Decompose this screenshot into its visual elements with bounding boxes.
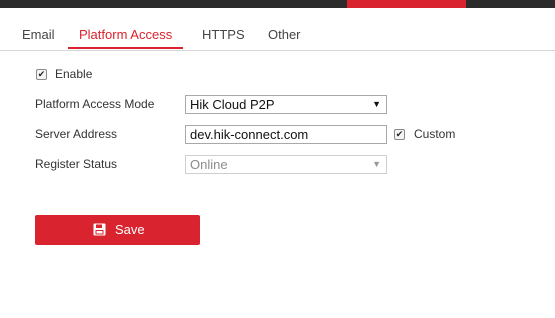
platform-access-mode-value: Hik Cloud P2P (190, 97, 275, 112)
top-bar-accent (347, 0, 466, 8)
tab-bar: Email Platform Access HTTPS Other (0, 18, 555, 51)
register-status-value: Online (190, 157, 228, 172)
tab-https[interactable]: HTTPS (202, 18, 245, 49)
server-address-input[interactable]: dev.hik-connect.com (185, 125, 387, 144)
enable-label: Enable (55, 67, 93, 81)
server-address-label: Server Address (35, 127, 118, 141)
tab-other[interactable]: Other (268, 18, 301, 49)
floppy-disk-icon (93, 223, 106, 236)
tab-platform-access[interactable]: Platform Access (68, 18, 184, 49)
enable-checkbox[interactable]: ✔ (36, 69, 47, 80)
custom-label: Custom (414, 127, 456, 141)
save-button[interactable]: Save (35, 215, 200, 245)
custom-checkbox[interactable]: ✔ (394, 129, 405, 140)
save-button-label: Save (115, 222, 145, 237)
platform-access-mode-label: Platform Access Mode (35, 97, 155, 111)
chevron-down-icon: ▼ (372, 99, 381, 109)
tab-email[interactable]: Email (22, 18, 55, 49)
platform-access-mode-select[interactable]: Hik Cloud P2P ▼ (185, 95, 387, 114)
chevron-down-icon: ▼ (372, 159, 381, 169)
register-status-select: Online ▼ (185, 155, 387, 174)
register-status-label: Register Status (35, 157, 118, 171)
top-bar (0, 0, 555, 8)
